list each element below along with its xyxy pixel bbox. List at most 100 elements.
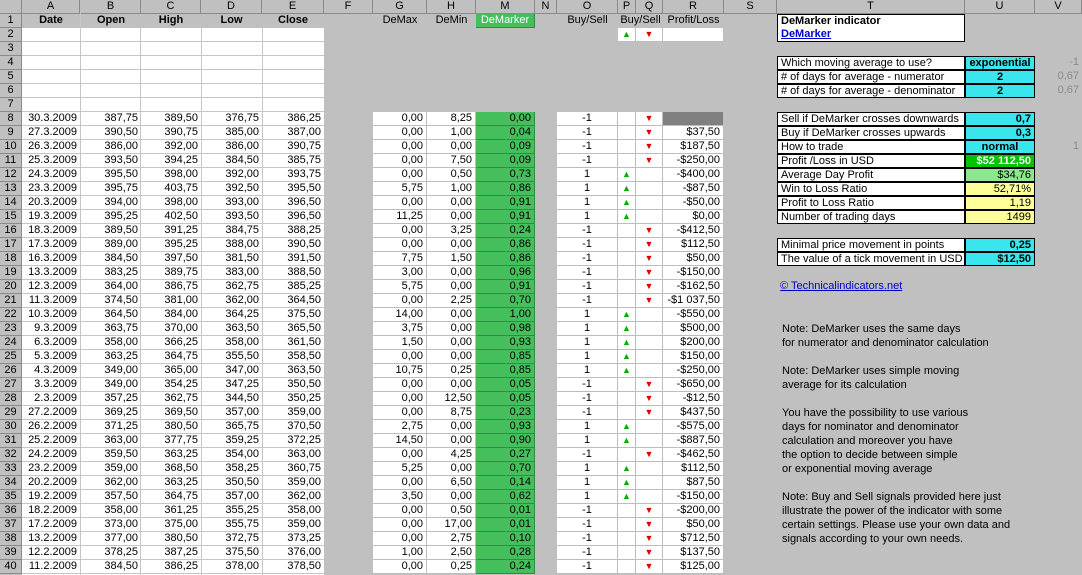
row-header[interactable]: 33 — [0, 462, 22, 476]
profit-loss-cell[interactable]: $200,00 — [663, 336, 724, 350]
demin-cell[interactable]: 3,25 — [427, 224, 476, 238]
row-header[interactable]: 3 — [0, 42, 22, 56]
date-cell[interactable]: 27.2.2009 — [22, 406, 80, 420]
date-cell[interactable]: 18.2.2009 — [22, 504, 80, 518]
row-header[interactable]: 8 — [0, 112, 22, 126]
signal-cell[interactable]: 1 — [557, 350, 618, 364]
row-header[interactable]: 22 — [0, 308, 22, 322]
close-cell[interactable]: 358,50 — [262, 350, 324, 364]
low-cell[interactable]: 357,00 — [201, 406, 262, 420]
demax-cell[interactable]: 0,00 — [373, 504, 427, 518]
signal-cell[interactable]: 1 — [557, 196, 618, 210]
date-cell[interactable]: 26.2.2009 — [22, 420, 80, 434]
open-cell[interactable]: 394,00 — [81, 196, 141, 210]
demarker-cell[interactable]: 0,24 — [476, 560, 535, 574]
high-cell[interactable]: 395,25 — [141, 238, 201, 252]
date-cell[interactable]: 19.2.2009 — [22, 490, 80, 504]
date-cell[interactable]: 9.3.2009 — [22, 322, 80, 336]
high-cell[interactable]: 380,50 — [141, 420, 201, 434]
spreadsheet[interactable]: A B C D E F G H M N O P Q R S T U V 1 2 3 4 5 6 7 8 9 10 11 12 13 14 15 1… — [0, 0, 1082, 575]
open-cell[interactable]: 384,50 — [81, 252, 141, 266]
high-cell[interactable]: 361,25 — [141, 504, 201, 518]
high-cell[interactable]: 397,50 — [141, 252, 201, 266]
profit-loss-cell[interactable]: -$150,00 — [663, 490, 724, 504]
low-cell[interactable]: 354,00 — [201, 448, 262, 462]
open-cell[interactable]: 378,25 — [81, 546, 141, 560]
low-cell[interactable]: 347,00 — [201, 364, 262, 378]
open-cell[interactable]: 363,75 — [81, 322, 141, 336]
open-cell[interactable]: 357,25 — [81, 392, 141, 406]
demax-cell[interactable]: 10,75 — [373, 364, 427, 378]
demin-cell[interactable]: 2,75 — [427, 532, 476, 546]
demin-cell[interactable]: 0,00 — [427, 266, 476, 280]
low-cell[interactable]: 358,25 — [201, 462, 262, 476]
demarker-cell[interactable]: 0,96 — [476, 266, 535, 280]
row-header[interactable]: 37 — [0, 518, 22, 532]
signal-cell[interactable]: -1 — [557, 224, 618, 238]
demax-cell[interactable]: 0,00 — [373, 560, 427, 574]
demarker-cell[interactable]: 0,10 — [476, 532, 535, 546]
column-header-r[interactable]: R — [663, 0, 724, 14]
demax-cell[interactable]: 11,25 — [373, 210, 427, 224]
date-cell[interactable]: 19.3.2009 — [22, 210, 80, 224]
signal-cell[interactable]: 1 — [557, 182, 618, 196]
row-header[interactable]: 18 — [0, 252, 22, 266]
date-cell[interactable]: 23.2.2009 — [22, 462, 80, 476]
profit-loss-cell[interactable]: $50,00 — [663, 252, 724, 266]
date-cell[interactable]: 20.2.2009 — [22, 476, 80, 490]
close-cell[interactable]: 386,25 — [262, 112, 324, 126]
tick-input[interactable]: $12,50 — [965, 252, 1035, 266]
date-cell[interactable]: 23.3.2009 — [22, 182, 80, 196]
demax-cell[interactable]: 0,00 — [373, 476, 427, 490]
demax-cell[interactable]: 0,00 — [373, 392, 427, 406]
demarker-cell[interactable]: 0,09 — [476, 140, 535, 154]
profit-loss-cell[interactable]: $125,00 — [663, 560, 724, 574]
date-cell[interactable]: 3.3.2009 — [22, 378, 80, 392]
date-cell[interactable]: 5.3.2009 — [22, 350, 80, 364]
signal-cell[interactable]: 1 — [557, 168, 618, 182]
close-cell[interactable]: 365,50 — [262, 322, 324, 336]
row-header[interactable]: 20 — [0, 280, 22, 294]
high-cell[interactable]: 389,75 — [141, 266, 201, 280]
signal-cell[interactable]: -1 — [557, 140, 618, 154]
demin-cell[interactable]: 0,00 — [427, 350, 476, 364]
row-header[interactable]: 23 — [0, 322, 22, 336]
profit-loss-cell[interactable]: -$1 037,50 — [663, 294, 724, 308]
demarker-cell[interactable]: 0,93 — [476, 420, 535, 434]
low-cell[interactable]: 358,00 — [201, 336, 262, 350]
date-cell[interactable]: 11.3.2009 — [22, 294, 80, 308]
demarker-cell[interactable]: 0,85 — [476, 350, 535, 364]
signal-cell[interactable]: -1 — [557, 392, 618, 406]
column-header-t[interactable]: T — [777, 0, 965, 14]
demax-cell[interactable]: 3,00 — [373, 266, 427, 280]
close-cell[interactable]: 385,75 — [262, 154, 324, 168]
demarker-cell[interactable]: 0,28 — [476, 546, 535, 560]
high-cell[interactable]: 381,00 — [141, 294, 201, 308]
open-cell[interactable]: 362,00 — [81, 476, 141, 490]
demarker-cell[interactable]: 0,91 — [476, 280, 535, 294]
column-header-h[interactable]: H — [427, 0, 476, 14]
demarker-cell[interactable]: 1,00 — [476, 308, 535, 322]
demarker-cell[interactable]: 0,70 — [476, 294, 535, 308]
row-header[interactable]: 14 — [0, 196, 22, 210]
signal-cell[interactable]: 1 — [557, 210, 618, 224]
demin-cell[interactable]: 0,00 — [427, 280, 476, 294]
demin-cell[interactable]: 0,00 — [427, 434, 476, 448]
row-header[interactable]: 36 — [0, 504, 22, 518]
row-header[interactable]: 2 — [0, 28, 22, 42]
open-cell[interactable]: 364,50 — [81, 308, 141, 322]
demarker-cell[interactable]: 0,05 — [476, 392, 535, 406]
open-cell[interactable]: 389,50 — [81, 224, 141, 238]
close-cell[interactable]: 378,50 — [262, 560, 324, 574]
row-header[interactable]: 34 — [0, 476, 22, 490]
high-cell[interactable]: 389,50 — [141, 112, 201, 126]
demax-cell[interactable]: 0,00 — [373, 238, 427, 252]
close-cell[interactable]: 359,00 — [262, 406, 324, 420]
demin-cell[interactable]: 1,00 — [427, 126, 476, 140]
column-header-f[interactable]: F — [324, 0, 373, 14]
date-cell[interactable]: 25.2.2009 — [22, 434, 80, 448]
signal-cell[interactable]: 1 — [557, 308, 618, 322]
close-cell[interactable]: 391,50 — [262, 252, 324, 266]
row-header[interactable]: 11 — [0, 154, 22, 168]
demax-cell[interactable]: 0,00 — [373, 448, 427, 462]
